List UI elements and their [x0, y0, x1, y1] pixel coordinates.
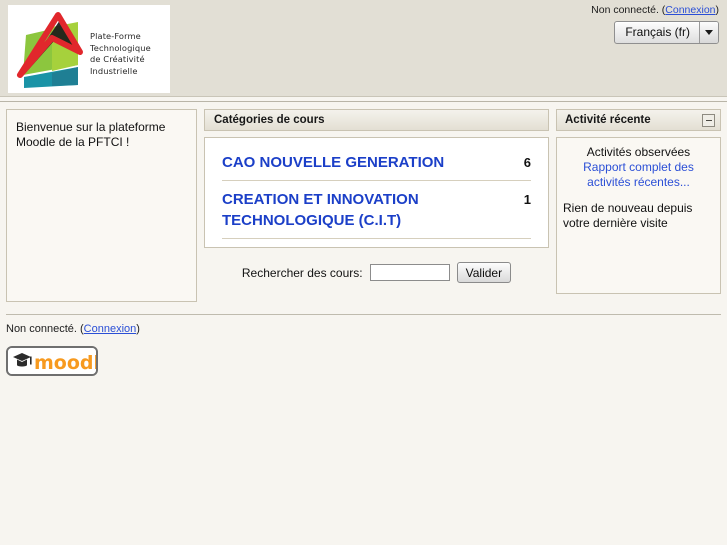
right-column: Activité récente Activités observées Rap…: [556, 109, 721, 294]
course-categories-title: Catégories de cours: [214, 114, 325, 126]
language-select[interactable]: Français (fr): [614, 21, 719, 44]
language-select-label: Français (fr): [625, 25, 690, 39]
course-search-input[interactable]: [369, 264, 450, 281]
recent-activity-empty-message: Rien de nouveau depuis votre dernière vi…: [563, 201, 693, 230]
login-status: Non connecté. (Connexion): [591, 4, 719, 16]
chevron-down-icon[interactable]: [699, 22, 718, 43]
page-header: Plate-Forme Technologique de Créativité …: [0, 0, 727, 97]
moodle-logo[interactable]: moodle: [6, 346, 98, 376]
logo-caption: Plate-Forme Technologique de Créativité …: [90, 31, 170, 77]
caret-shape: [705, 30, 713, 35]
course-categories-list: CAO NOUVELLE GENERATION 6 CREATION ET IN…: [204, 137, 549, 248]
welcome-block: Bienvenue sur la plateforme Moodle de la…: [6, 109, 197, 302]
course-categories-header: Catégories de cours: [204, 109, 549, 131]
welcome-text: Bienvenue sur la plateforme Moodle de la…: [16, 120, 187, 150]
left-column: Bienvenue sur la plateforme Moodle de la…: [6, 109, 197, 302]
category-row: CAO NOUVELLE GENERATION 6: [222, 150, 531, 181]
category-count-cao: 6: [523, 155, 531, 170]
recent-activity-title: Activité récente: [565, 114, 651, 126]
welcome-line-2: Moodle de la PFTCI !: [16, 135, 130, 149]
category-count-cit: 1: [523, 192, 531, 207]
category-link-cao[interactable]: CAO NOUVELLE GENERATION: [222, 152, 444, 173]
footer-divider: [6, 314, 721, 315]
category-row: CREATION ET INNOVATION TECHNOLOGIQUE (C.…: [222, 187, 531, 239]
welcome-line-1: Bienvenue sur la plateforme: [16, 120, 166, 134]
course-search-label: Rechercher des cours:: [241, 265, 363, 280]
logo-caption-line-2: Technologique: [90, 42, 151, 53]
logo-caption-line-3: de Créativité: [90, 54, 145, 65]
footer-login-status-text: Non connecté. (: [6, 323, 84, 335]
minus-icon[interactable]: [702, 113, 715, 127]
full-activity-report-link[interactable]: Rapport complet des activités récentes..…: [563, 160, 714, 190]
page-content: Bienvenue sur la plateforme Moodle de la…: [0, 102, 727, 302]
logo-caption-line-1: Plate-Forme: [90, 31, 141, 41]
page-footer: Non connecté. (Connexion) moodle: [0, 314, 727, 376]
category-link-cit[interactable]: CREATION ET INNOVATION TECHNOLOGIQUE (C.…: [222, 189, 477, 231]
recent-activity-body: Activités observées Rapport complet des …: [556, 137, 721, 294]
footer-login-status: Non connecté. (Connexion): [6, 323, 721, 335]
course-search-submit-button[interactable]: Valider: [456, 262, 512, 283]
header-right-area: Non connecté. (Connexion) Français (fr): [591, 4, 719, 44]
site-logo[interactable]: Plate-Forme Technologique de Créativité …: [8, 5, 170, 93]
login-status-close: ): [715, 4, 720, 16]
recent-activity-subtitle: Activités observées: [586, 145, 691, 159]
footer-login-link[interactable]: Connexion: [84, 323, 137, 335]
recent-activity-header: Activité récente: [556, 109, 721, 131]
login-status-text: Non connecté. (: [591, 4, 666, 16]
center-column: Catégories de cours CAO NOUVELLE GENERAT…: [204, 109, 549, 283]
logo-caption-line-4: Industrielle: [90, 65, 138, 76]
footer-login-status-close: ): [136, 323, 140, 335]
moodle-logo-wordmark: moodle: [34, 352, 98, 374]
login-link[interactable]: Connexion: [665, 4, 715, 16]
course-search-form: Rechercher des cours: Valider: [204, 262, 549, 283]
